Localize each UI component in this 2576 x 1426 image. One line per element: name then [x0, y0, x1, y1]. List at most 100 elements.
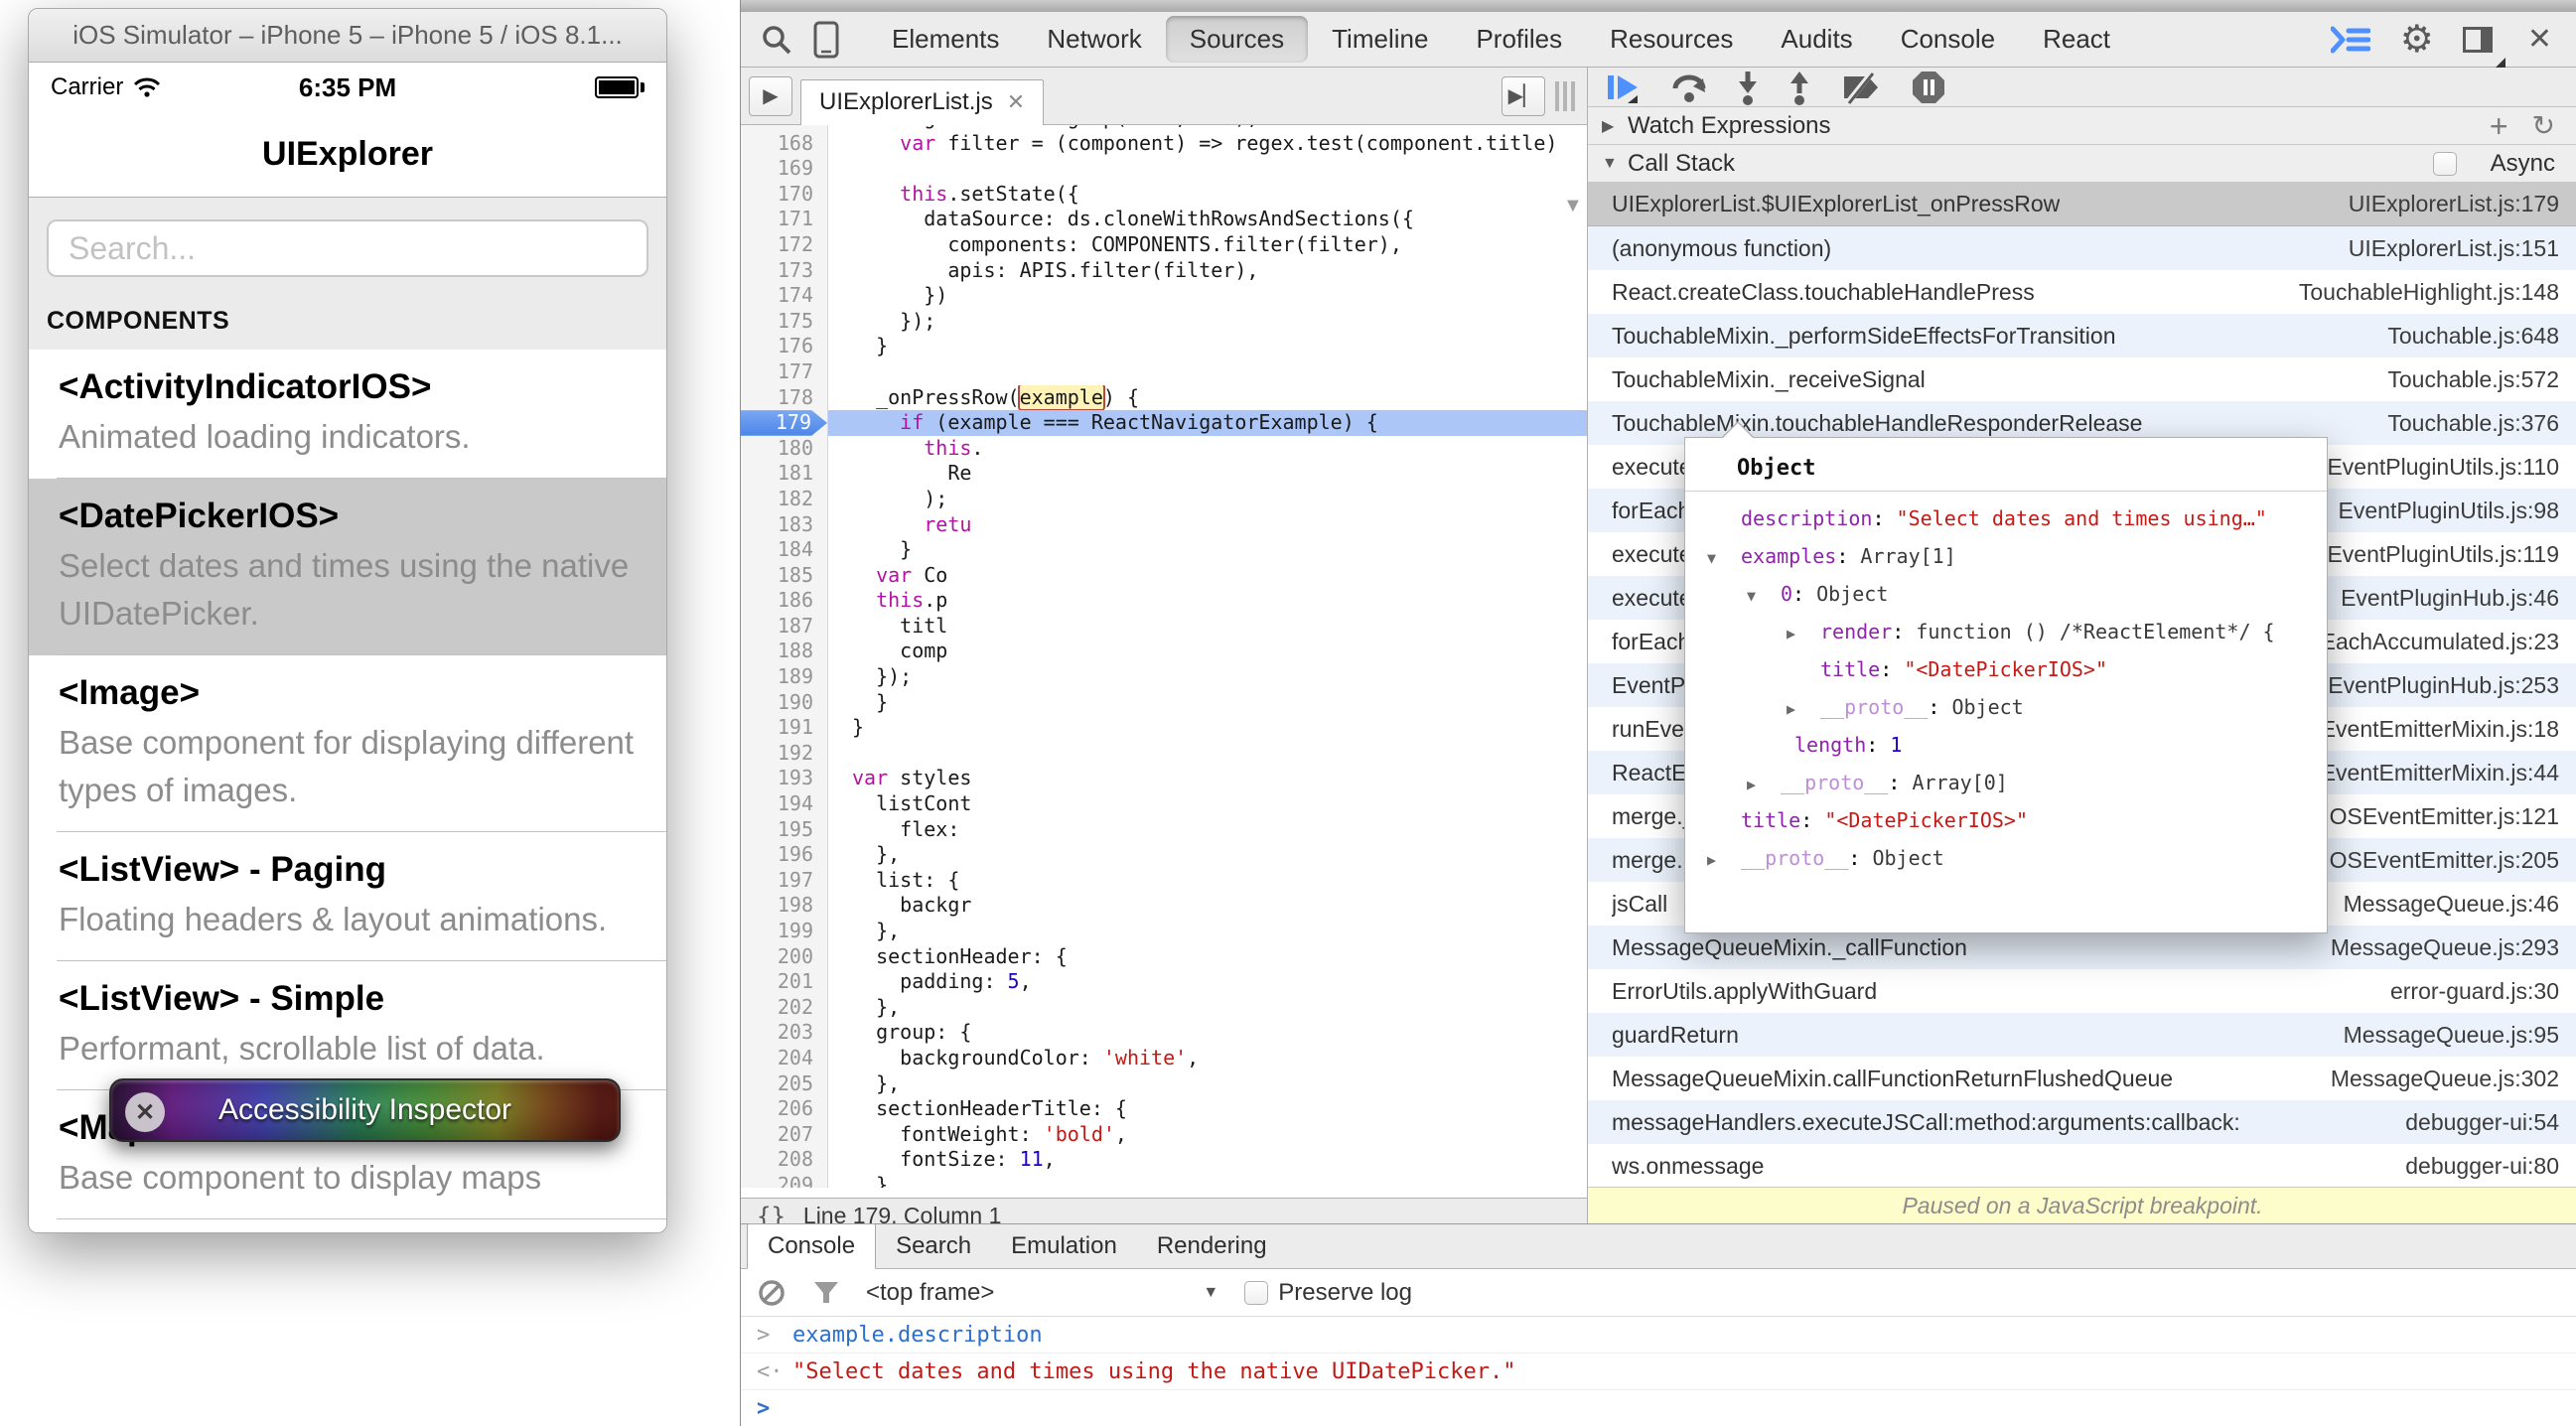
stack-frame[interactable]: guardReturn MessageQueue.js:95: [1588, 1013, 2576, 1057]
list-item[interactable]: <ListView> - Paging Floating headers & la…: [29, 832, 666, 961]
line-number[interactable]: 181: [741, 461, 828, 487]
file-tab[interactable]: UIExplorerList.js ✕: [800, 78, 1045, 125]
line-number[interactable]: 179: [741, 410, 828, 436]
accessibility-inspector-overlay[interactable]: ✕ Accessibility Inspector: [109, 1078, 621, 1142]
console-tab-search[interactable]: Search: [876, 1224, 991, 1268]
step-out-button[interactable]: [1789, 70, 1810, 105]
line-number[interactable]: 168: [741, 130, 828, 157]
tab-timeline[interactable]: Timeline: [1308, 16, 1452, 63]
code-line[interactable]: 204 backgroundColor: 'white',: [741, 1045, 1587, 1071]
line-number[interactable]: 207: [741, 1121, 828, 1148]
tab-console[interactable]: Console: [1877, 16, 2019, 63]
line-number[interactable]: 206: [741, 1096, 828, 1122]
stack-frame[interactable]: UIExplorerList.$UIExplorerList_onPressRo…: [1588, 183, 2576, 226]
tab-overflow-icon[interactable]: ▶▏: [1502, 75, 1545, 116]
console-tab-rendering[interactable]: Rendering: [1137, 1224, 1287, 1268]
dock-side-icon[interactable]: [2456, 18, 2505, 68]
resume-button[interactable]: [1606, 71, 1642, 103]
code-line[interactable]: 208 fontSize: 11,: [741, 1147, 1587, 1173]
console-input-row[interactable]: >: [741, 1390, 2576, 1426]
line-number[interactable]: 209: [741, 1172, 828, 1188]
object-property[interactable]: ▶ __proto__: Array[0]: [1685, 764, 2327, 801]
code-line[interactable]: 181 Re: [741, 461, 1587, 487]
list-item[interactable]: <NavigatorIOS>iOS navigation capabilitie…: [29, 1219, 666, 1232]
line-number[interactable]: 176: [741, 334, 828, 359]
line-number[interactable]: 196: [741, 842, 828, 868]
code-line[interactable]: 197 list: {: [741, 867, 1587, 894]
inspect-element-icon[interactable]: [755, 18, 798, 62]
code-line[interactable]: 195 flex:: [741, 816, 1587, 843]
chevron-right-icon[interactable]: ▶: [1787, 615, 1820, 652]
async-checkbox[interactable]: [2432, 151, 2457, 176]
list-item[interactable]: <Image> Base component for displaying dif…: [29, 655, 666, 832]
console-tab-console[interactable]: Console: [747, 1223, 877, 1269]
chevron-down-icon[interactable]: ▼: [1747, 577, 1781, 615]
code-line[interactable]: 169: [741, 156, 1587, 182]
pause-on-exceptions-icon[interactable]: [1912, 71, 1945, 104]
stack-frame[interactable]: ws.onmessage debugger-ui:80: [1588, 1144, 2576, 1188]
chevron-down-icon[interactable]: ▼: [1707, 539, 1741, 577]
object-property[interactable]: ▶ __proto__: Object: [1685, 839, 2327, 877]
device-mode-icon[interactable]: [804, 18, 848, 62]
code-line[interactable]: 170 this.setState({: [741, 181, 1587, 208]
search-input[interactable]: [47, 219, 648, 277]
code-line[interactable]: 193 var styles: [741, 766, 1587, 792]
code-line[interactable]: 202 },: [741, 994, 1587, 1021]
code-line[interactable]: 206 sectionHeaderTitle: {: [741, 1096, 1587, 1122]
show-navigator-icon[interactable]: ▶: [749, 75, 792, 116]
code-line[interactable]: 203 group: {: [741, 1020, 1587, 1046]
tab-profiles[interactable]: Profiles: [1452, 16, 1586, 63]
tab-resources[interactable]: Resources: [1586, 16, 1757, 63]
code-line[interactable]: 196 },: [741, 842, 1587, 868]
list-item[interactable]: <DatePickerIOS> Select dates and times us…: [29, 479, 666, 655]
refresh-watch-icon[interactable]: ↻: [2532, 111, 2555, 140]
line-number[interactable]: 192: [741, 740, 828, 767]
code-line[interactable]: 171 dataSource: ds.cloneWithRowsAndSecti…: [741, 207, 1587, 232]
panel-splitter-grip[interactable]: [1555, 80, 1575, 111]
filter-icon[interactable]: [812, 1279, 840, 1307]
code-line[interactable]: 209 }: [741, 1172, 1587, 1188]
chevron-right-icon[interactable]: ▶: [1787, 690, 1820, 728]
code-line[interactable]: 190 }: [741, 689, 1587, 716]
close-icon[interactable]: ✕: [125, 1092, 165, 1132]
line-number[interactable]: 195: [741, 816, 828, 843]
object-property[interactable]: length: 1: [1685, 726, 2327, 764]
simulator-titlebar[interactable]: iOS Simulator – iPhone 5 – iPhone 5 / iO…: [29, 9, 666, 63]
tab-elements[interactable]: Elements: [868, 16, 1023, 63]
stack-frame[interactable]: MessageQueueMixin.callFunctionReturnFlus…: [1588, 1057, 2576, 1100]
stack-frame[interactable]: React.createClass.touchableHandlePress To…: [1588, 270, 2576, 314]
code-line[interactable]: 194 listCont: [741, 791, 1587, 817]
code-line[interactable]: 182 );: [741, 486, 1587, 512]
clear-console-icon[interactable]: [757, 1278, 787, 1308]
tab-react[interactable]: React: [2019, 16, 2134, 63]
stack-frame[interactable]: ErrorUtils.applyWithGuard error-guard.js:…: [1588, 969, 2576, 1013]
line-number[interactable]: 200: [741, 943, 828, 970]
code-line[interactable]: 205 },: [741, 1070, 1587, 1097]
console-command-row[interactable]: > example.description: [741, 1317, 2576, 1354]
code-line[interactable]: 191}: [741, 715, 1587, 741]
line-number[interactable]: 185: [741, 562, 828, 589]
line-number[interactable]: 194: [741, 791, 828, 817]
code-line[interactable]: 187 titl: [741, 613, 1587, 640]
code-line[interactable]: 186 this.p: [741, 588, 1587, 614]
chevron-right-icon[interactable]: ▶: [1747, 766, 1781, 803]
preserve-log-checkbox[interactable]: [1244, 1280, 1269, 1305]
line-number[interactable]: 175: [741, 308, 828, 335]
line-number[interactable]: 205: [741, 1070, 828, 1097]
line-number[interactable]: 197: [741, 867, 828, 894]
code-line[interactable]: 188 comp: [741, 639, 1587, 665]
object-property[interactable]: ▶ __proto__: Object: [1685, 688, 2327, 726]
object-property[interactable]: ▼ examples: Array[1]: [1685, 537, 2327, 575]
scrollbar-up-caret-icon[interactable]: ▼: [1563, 195, 1583, 217]
line-number[interactable]: 172: [741, 231, 828, 258]
list-item[interactable]: <ListView> - Simple Performant, scrollabl…: [29, 961, 666, 1090]
line-number[interactable]: 189: [741, 664, 828, 690]
stack-frame[interactable]: (anonymous function) UIExplorerList.js:15…: [1588, 226, 2576, 270]
deactivate-breakpoints-icon[interactable]: [1840, 70, 1882, 104]
line-number[interactable]: 187: [741, 613, 828, 640]
line-number[interactable]: 198: [741, 893, 828, 919]
tab-network[interactable]: Network: [1023, 16, 1165, 63]
line-number[interactable]: 180: [741, 435, 828, 462]
code-line[interactable]: 207 fontWeight: 'bold',: [741, 1121, 1587, 1148]
line-number[interactable]: 184: [741, 537, 828, 563]
